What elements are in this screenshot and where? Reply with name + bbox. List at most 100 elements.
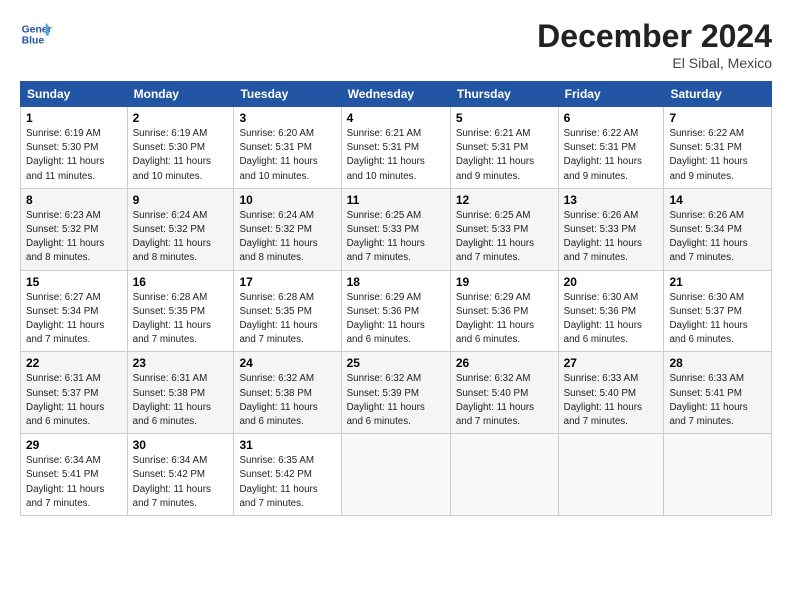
- day-info: Sunrise: 6:24 AM Sunset: 5:32 PM Dayligh…: [133, 209, 229, 266]
- table-row: 3Sunrise: 6:20 AM Sunset: 5:31 PM Daylig…: [234, 107, 341, 189]
- day-info: Sunrise: 6:25 AM Sunset: 5:33 PM Dayligh…: [347, 209, 445, 266]
- table-row: 1Sunrise: 6:19 AM Sunset: 5:30 PM Daylig…: [21, 107, 128, 189]
- logo: General Blue: [20, 18, 52, 50]
- day-number: 8: [26, 193, 122, 207]
- day-number: 10: [239, 193, 335, 207]
- day-info: Sunrise: 6:24 AM Sunset: 5:32 PM Dayligh…: [239, 209, 335, 266]
- table-row: 7 Sunrise: 6:22 AM Sunset: 5:31 PM Daylig…: [664, 107, 772, 189]
- table-row: 15 Sunrise: 6:27 AM Sunset: 5:34 PM Dayli…: [21, 270, 128, 352]
- day-info: Sunrise: 6:32 AM Sunset: 5:38 PM Dayligh…: [239, 372, 335, 429]
- day-number: 29: [26, 438, 122, 452]
- day-number: 15: [26, 275, 122, 289]
- day-number: 22: [26, 356, 122, 370]
- table-row: [450, 434, 558, 516]
- day-info: Sunrise: 6:28 AM Sunset: 5:35 PM Dayligh…: [133, 291, 229, 348]
- table-row: 13 Sunrise: 6:26 AM Sunset: 5:33 PM Dayli…: [558, 188, 664, 270]
- table-row: 6 Sunrise: 6:22 AM Sunset: 5:31 PM Daylig…: [558, 107, 664, 189]
- title-block: December 2024 El Sibal, Mexico: [537, 18, 772, 71]
- table-row: 8 Sunrise: 6:23 AM Sunset: 5:32 PM Daylig…: [21, 188, 128, 270]
- day-number: 20: [564, 275, 659, 289]
- table-row: 5 Sunrise: 6:21 AM Sunset: 5:31 PM Daylig…: [450, 107, 558, 189]
- header: General Blue December 2024 El Sibal, Mex…: [20, 18, 772, 71]
- calendar-header-row: Sunday Monday Tuesday Wednesday Thursday…: [21, 82, 772, 107]
- day-info: Sunrise: 6:34 AM Sunset: 5:41 PM Dayligh…: [26, 454, 122, 511]
- calendar-week-row: 15 Sunrise: 6:27 AM Sunset: 5:34 PM Dayli…: [21, 270, 772, 352]
- month-title: December 2024: [537, 18, 772, 55]
- day-number: 24: [239, 356, 335, 370]
- day-info: Sunrise: 6:33 AM Sunset: 5:41 PM Dayligh…: [669, 372, 766, 429]
- table-row: 21 Sunrise: 6:30 AM Sunset: 5:37 PM Dayli…: [664, 270, 772, 352]
- day-info: Sunrise: 6:30 AM Sunset: 5:36 PM Dayligh…: [564, 291, 659, 348]
- day-info: Sunrise: 6:32 AM Sunset: 5:39 PM Dayligh…: [347, 372, 445, 429]
- day-number: 27: [564, 356, 659, 370]
- col-tuesday: Tuesday: [234, 82, 341, 107]
- table-row: 31 Sunrise: 6:35 AM Sunset: 5:42 PM Dayli…: [234, 434, 341, 516]
- calendar-week-row: 1 Sunrise: 6:19 AM Sunset: 5:30 PM Daylig…: [21, 107, 772, 189]
- table-row: 23Sunrise: 6:31 AM Sunset: 5:38 PM Dayli…: [127, 352, 234, 434]
- day-info: Sunrise: 6:26 AM Sunset: 5:33 PM Dayligh…: [564, 209, 659, 266]
- table-row: 14Sunrise: 6:26 AM Sunset: 5:34 PM Dayli…: [664, 188, 772, 270]
- day-info: Sunrise: 6:32 AM Sunset: 5:40 PM Dayligh…: [456, 372, 553, 429]
- table-row: 25 Sunrise: 6:32 AM Sunset: 5:39 PM Dayli…: [341, 352, 450, 434]
- day-number: 23: [133, 356, 229, 370]
- day-number: 6: [564, 111, 659, 125]
- day-number: 31: [239, 438, 335, 452]
- calendar-week-row: 8 Sunrise: 6:23 AM Sunset: 5:32 PM Daylig…: [21, 188, 772, 270]
- table-row: 10 Sunrise: 6:24 AM Sunset: 5:32 PM Dayli…: [234, 188, 341, 270]
- logo-icon: General Blue: [20, 18, 52, 50]
- day-number: 19: [456, 275, 553, 289]
- svg-text:Blue: Blue: [22, 36, 45, 47]
- day-info: Sunrise: 6:27 AM Sunset: 5:34 PM Dayligh…: [26, 291, 122, 348]
- table-row: 18 Sunrise: 6:29 AM Sunset: 5:36 PM Dayli…: [341, 270, 450, 352]
- day-number: 1: [26, 111, 122, 125]
- col-saturday: Saturday: [664, 82, 772, 107]
- table-row: 16Sunrise: 6:28 AM Sunset: 5:35 PM Dayli…: [127, 270, 234, 352]
- day-info: Sunrise: 6:28 AM Sunset: 5:35 PM Dayligh…: [239, 291, 335, 348]
- day-number: 26: [456, 356, 553, 370]
- day-number: 25: [347, 356, 445, 370]
- day-info: Sunrise: 6:23 AM Sunset: 5:32 PM Dayligh…: [26, 209, 122, 266]
- day-number: 18: [347, 275, 445, 289]
- day-info: Sunrise: 6:22 AM Sunset: 5:31 PM Dayligh…: [564, 127, 659, 184]
- col-sunday: Sunday: [21, 82, 128, 107]
- day-number: 4: [347, 111, 445, 125]
- table-row: 30 Sunrise: 6:34 AM Sunset: 5:42 PM Dayli…: [127, 434, 234, 516]
- day-info: Sunrise: 6:35 AM Sunset: 5:42 PM Dayligh…: [239, 454, 335, 511]
- day-number: 17: [239, 275, 335, 289]
- table-row: 17 Sunrise: 6:28 AM Sunset: 5:35 PM Dayli…: [234, 270, 341, 352]
- calendar-table: Sunday Monday Tuesday Wednesday Thursday…: [20, 81, 772, 516]
- day-number: 13: [564, 193, 659, 207]
- col-friday: Friday: [558, 82, 664, 107]
- day-info: Sunrise: 6:33 AM Sunset: 5:40 PM Dayligh…: [564, 372, 659, 429]
- calendar-week-row: 22 Sunrise: 6:31 AM Sunset: 5:37 PM Dayli…: [21, 352, 772, 434]
- col-monday: Monday: [127, 82, 234, 107]
- day-info: Sunrise: 6:20 AM Sunset: 5:31 PM Dayligh…: [239, 127, 335, 184]
- day-info: Sunrise: 6:21 AM Sunset: 5:31 PM Dayligh…: [347, 127, 445, 184]
- table-row: [664, 434, 772, 516]
- day-number: 5: [456, 111, 553, 125]
- day-info: Sunrise: 6:19 AM Sunset: 5:30 PM Dayligh…: [133, 127, 229, 184]
- table-row: 9Sunrise: 6:24 AM Sunset: 5:32 PM Daylig…: [127, 188, 234, 270]
- table-row: 19Sunrise: 6:29 AM Sunset: 5:36 PM Dayli…: [450, 270, 558, 352]
- calendar-week-row: 29 Sunrise: 6:34 AM Sunset: 5:41 PM Dayli…: [21, 434, 772, 516]
- day-number: 7: [669, 111, 766, 125]
- table-row: [341, 434, 450, 516]
- day-info: Sunrise: 6:22 AM Sunset: 5:31 PM Dayligh…: [669, 127, 766, 184]
- day-info: Sunrise: 6:31 AM Sunset: 5:37 PM Dayligh…: [26, 372, 122, 429]
- col-wednesday: Wednesday: [341, 82, 450, 107]
- table-row: 24 Sunrise: 6:32 AM Sunset: 5:38 PM Dayli…: [234, 352, 341, 434]
- table-row: [558, 434, 664, 516]
- day-info: Sunrise: 6:30 AM Sunset: 5:37 PM Dayligh…: [669, 291, 766, 348]
- day-info: Sunrise: 6:26 AM Sunset: 5:34 PM Dayligh…: [669, 209, 766, 266]
- day-number: 21: [669, 275, 766, 289]
- day-info: Sunrise: 6:29 AM Sunset: 5:36 PM Dayligh…: [347, 291, 445, 348]
- table-row: 29 Sunrise: 6:34 AM Sunset: 5:41 PM Dayli…: [21, 434, 128, 516]
- day-info: Sunrise: 6:25 AM Sunset: 5:33 PM Dayligh…: [456, 209, 553, 266]
- table-row: 12Sunrise: 6:25 AM Sunset: 5:33 PM Dayli…: [450, 188, 558, 270]
- table-row: 20 Sunrise: 6:30 AM Sunset: 5:36 PM Dayli…: [558, 270, 664, 352]
- day-number: 30: [133, 438, 229, 452]
- day-number: 28: [669, 356, 766, 370]
- day-info: Sunrise: 6:34 AM Sunset: 5:42 PM Dayligh…: [133, 454, 229, 511]
- table-row: 27 Sunrise: 6:33 AM Sunset: 5:40 PM Dayli…: [558, 352, 664, 434]
- day-info: Sunrise: 6:21 AM Sunset: 5:31 PM Dayligh…: [456, 127, 553, 184]
